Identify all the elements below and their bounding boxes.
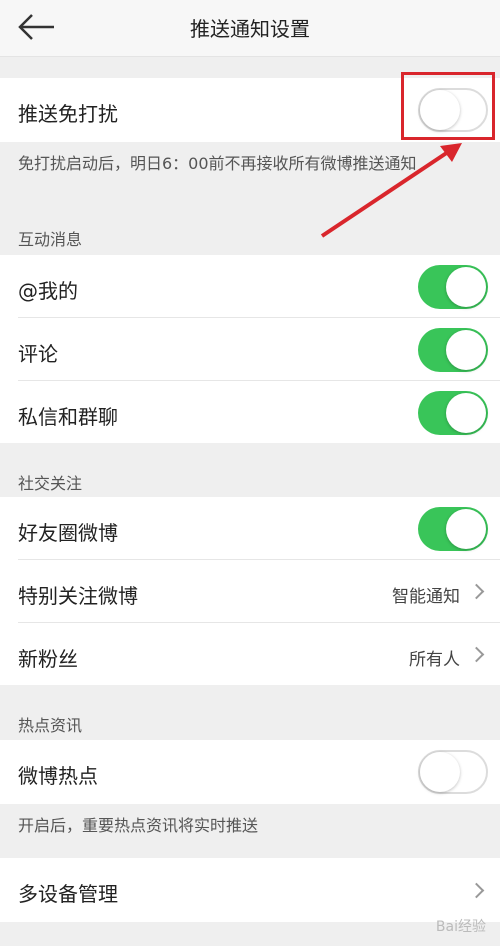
annotation-arrow-icon <box>320 143 462 238</box>
watermark: Bai经验 <box>435 919 486 935</box>
